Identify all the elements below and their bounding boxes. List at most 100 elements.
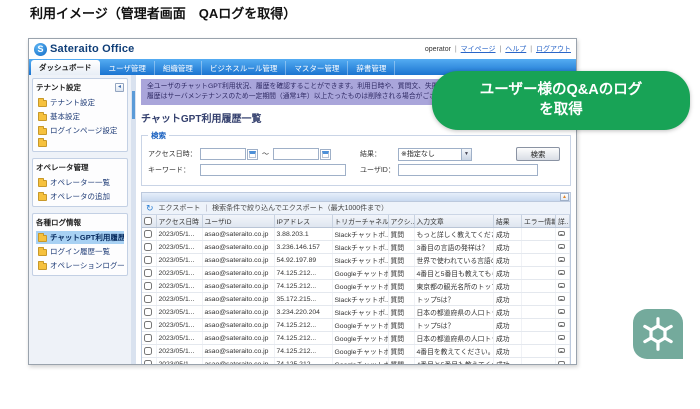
cell-ip: 35.172.215... [274,293,332,306]
table-row[interactable]: 2023/05/1...asao@sateraito.co.jp74.125.2… [142,332,570,345]
window-header: S Sateraito Office operator | マイページ | ヘル… [29,39,576,59]
sidebar-item-operator-add[interactable]: オペレータの追加 [36,190,124,203]
row-checkbox[interactable] [144,256,152,264]
cell-action: 質問 [388,358,414,364]
tab-dashboard[interactable]: ダッシュボード [31,60,100,75]
export-button[interactable]: エクスポート [159,203,201,213]
link-help[interactable]: ヘルプ [505,46,526,53]
sidebar: テナント設定◂テナント設定基本設定ログインページ設定オペレータ管理オペレーター一… [29,75,131,364]
link-mypage[interactable]: マイページ [461,46,496,53]
userid-label: ユーザID： [360,165,398,175]
detail-icon[interactable] [558,231,565,236]
result-select[interactable]: ※指定なし ▼ [398,148,472,161]
row-checkbox[interactable] [144,295,152,303]
sidebar-item-operation-log[interactable]: オペレーションログ一覧 [36,259,124,272]
userid-input[interactable] [398,164,538,176]
cell-channel: Slackチャットボ... [332,228,388,241]
table-row[interactable]: 2023/05/1...asao@sateraito.co.jp35.172.2… [142,293,570,306]
cell-action: 質問 [388,345,414,358]
cell-input: 4番目を教えてください。 [414,345,494,358]
sidebar-item-login-history[interactable]: ログイン履歴一覧 [36,245,124,258]
cell-error [522,228,556,241]
column-header-result[interactable]: 結果 [494,215,522,228]
table-row[interactable]: 2023/05/1...asao@sateraito.co.jp74.125.2… [142,358,570,364]
detail-icon[interactable] [558,296,565,301]
tab-business-rule-mgmt[interactable]: ビジネスルール管理 [202,61,287,75]
sidebar-item-chatgpt-usage-history[interactable]: チャットGPT利用履歴一覧 [36,231,124,244]
sidebar-item-label: チャットGPT利用履歴一覧 [50,232,124,243]
cell-result: 成功 [494,332,522,345]
tab-dictionary-mgmt[interactable]: 辞書管理 [348,61,395,75]
column-header-action[interactable]: アクシ... [388,215,414,228]
calendar-icon[interactable] [320,149,331,160]
row-checkbox[interactable] [144,282,152,290]
date-to-input[interactable] [273,148,319,160]
tab-master-mgmt[interactable]: マスター管理 [286,61,348,75]
row-checkbox[interactable] [144,321,152,329]
table-row[interactable]: 2023/05/1...asao@sateraito.co.jp3.234.22… [142,306,570,319]
column-header-input[interactable]: 入力文章 [414,215,494,228]
detail-icon[interactable] [558,335,565,340]
callout-line-2: を取得 [539,101,583,121]
detail-icon[interactable] [558,348,565,353]
folder-icon [38,235,47,242]
column-header-user[interactable]: ユーザID [202,215,274,228]
sidebar-item-label: ログインページ設定 [50,125,117,136]
detail-icon[interactable] [558,283,565,288]
keyword-input[interactable] [200,164,346,176]
row-checkbox[interactable] [144,230,152,238]
splitter-handle-icon [132,91,135,119]
column-header-ip[interactable]: IPアドレス [274,215,332,228]
cell-action: 質問 [388,293,414,306]
column-header-select[interactable] [142,215,156,228]
sidebar-item-login-page-settings[interactable]: ログインページ設定 [36,124,124,137]
tab-org-mgmt[interactable]: 組織管理 [155,61,202,75]
date-from-input[interactable] [200,148,246,160]
row-checkbox[interactable] [144,347,152,355]
cell-input: トップ5は？ [414,293,494,306]
row-checkbox[interactable] [144,360,152,364]
cell-action: 質問 [388,280,414,293]
sidebar-item-blank[interactable] [36,138,124,148]
detail-icon[interactable] [558,257,565,262]
cell-date: 2023/05/1... [156,358,202,364]
link-logout[interactable]: ログアウト [536,46,571,53]
detail-icon[interactable] [558,322,565,327]
column-header-date[interactable]: アクセス日時 [156,215,202,228]
collapse-section-button[interactable]: ◂ [115,83,124,92]
sidebar-item-basic-settings[interactable]: 基本設定 [36,110,124,123]
sidebar-item-tenant-settings[interactable]: テナント設定 [36,96,124,109]
row-checkbox[interactable] [144,308,152,316]
search-button[interactable]: 検索 [516,147,560,161]
column-header-channel[interactable]: トリガーチャネル種別 [332,215,388,228]
detail-icon[interactable] [558,361,565,364]
cell-user: asao@sateraito.co.jp [202,332,274,345]
table-row[interactable]: 2023/05/1...asao@sateraito.co.jp74.125.2… [142,280,570,293]
table-row[interactable]: 2023/05/1...asao@sateraito.co.jp3.88.203… [142,228,570,241]
table-row[interactable]: 2023/05/1...asao@sateraito.co.jp3.236.14… [142,241,570,254]
table-row[interactable]: 2023/05/1...asao@sateraito.co.jp74.125.2… [142,319,570,332]
table-row[interactable]: 2023/05/1...asao@sateraito.co.jp74.125.2… [142,267,570,280]
detail-icon[interactable] [558,244,565,249]
detail-icon[interactable] [558,309,565,314]
table-row[interactable]: 2023/05/1...asao@sateraito.co.jp74.125.2… [142,345,570,358]
select-all-checkbox[interactable] [144,217,152,225]
refresh-icon[interactable]: ↻ [146,204,154,213]
operator-label: operator [425,46,451,53]
cell-input: 4番目と5番目も教えてください [414,358,494,364]
tab-user-mgmt[interactable]: ユーザ管理 [101,61,155,75]
collapse-panel-button[interactable]: ▲ [560,193,569,201]
cell-error [522,319,556,332]
sidebar-item-operator-list[interactable]: オペレーター一覧 [36,176,124,189]
column-header-error[interactable]: エラー情報 [522,215,556,228]
export-filtered-button[interactable]: 検索条件で絞り込んでエクスポート（最大1000件まで） [212,203,388,213]
calendar-icon[interactable] [247,149,258,160]
search-row-1: アクセス日時： ～ 結果： ※指定なし ▼ [148,147,564,161]
cell-date: 2023/05/1... [156,241,202,254]
row-checkbox[interactable] [144,334,152,342]
detail-icon[interactable] [558,270,565,275]
table-row[interactable]: 2023/05/1...asao@sateraito.co.jp54.92.19… [142,254,570,267]
column-header-detail[interactable]: 詳... [556,215,570,228]
row-checkbox[interactable] [144,243,152,251]
row-checkbox[interactable] [144,269,152,277]
